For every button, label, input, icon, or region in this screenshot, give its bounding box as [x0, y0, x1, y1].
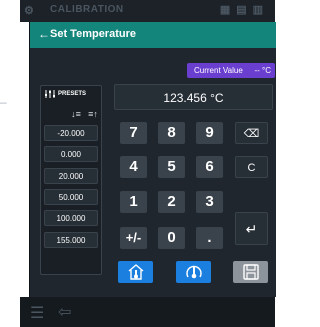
back-icon: ⇦: [58, 304, 72, 321]
background-bottom-bar: ☰ ⇦: [20, 297, 275, 327]
enter-button[interactable]: ↵: [235, 212, 268, 245]
backspace-button[interactable]: ⌫: [235, 122, 268, 144]
preset-item[interactable]: 155.000: [44, 232, 98, 248]
preset-item[interactable]: 20.000: [44, 168, 98, 184]
dialog-title: Set Temperature: [50, 28, 136, 40]
background-toolbar-icons: ▦▤▥: [219, 4, 269, 16]
presets-panel: PRESETS ↓≡ ≡↑ -20.000 0.000 20.000 50.00…: [40, 85, 102, 275]
clear-button[interactable]: C: [235, 156, 268, 178]
key-plus-minus[interactable]: +/-: [120, 227, 147, 249]
key-9[interactable]: 9: [196, 122, 223, 144]
menu-icon: ☰: [30, 305, 45, 322]
current-value-label: Current Value: [194, 66, 243, 75]
presets-title: PRESETS: [58, 91, 87, 97]
save-icon: [243, 264, 259, 280]
dialog-header: ← Set Temperature: [30, 22, 276, 48]
background-app-bar: ⚙ CALIBRATION ▦▤▥: [20, 0, 275, 22]
key-decimal[interactable]: .: [196, 227, 223, 249]
current-value-value: -- °C: [254, 66, 271, 75]
sort-ascending-icon[interactable]: ↓≡: [69, 108, 83, 120]
set-from-home-button[interactable]: [118, 261, 153, 283]
key-6[interactable]: 6: [196, 156, 223, 178]
preset-item[interactable]: 100.000: [44, 210, 98, 226]
home-thermometer-icon: [128, 264, 144, 280]
calibration-icon: ⚙: [24, 5, 35, 17]
key-1[interactable]: 1: [120, 191, 147, 213]
key-8[interactable]: 8: [158, 122, 185, 144]
preset-item[interactable]: 0.000: [44, 146, 98, 162]
current-value-badge: Current Value -- °C: [187, 63, 275, 78]
temperature-display: 123.456 °C: [114, 84, 273, 110]
background-title: CALIBRATION: [50, 4, 124, 15]
sort-descending-icon[interactable]: ≡↑: [86, 108, 100, 120]
background-dash: –: [0, 95, 7, 109]
preset-item[interactable]: -20.000: [44, 125, 98, 141]
save-button[interactable]: [233, 261, 268, 283]
key-4[interactable]: 4: [120, 156, 147, 178]
set-temperature-dialog: ← Set Temperature Current Value -- °C PR…: [29, 22, 276, 297]
back-arrow-icon[interactable]: ←: [38, 27, 50, 41]
preset-item[interactable]: 50.000: [44, 189, 98, 205]
presets-sliders-icon: [44, 89, 56, 101]
key-3[interactable]: 3: [196, 191, 223, 213]
thermometer-gauge-icon: [186, 265, 202, 279]
key-5[interactable]: 5: [158, 156, 185, 178]
key-2[interactable]: 2: [158, 191, 185, 213]
key-7[interactable]: 7: [120, 122, 147, 144]
set-from-sensor-button[interactable]: [176, 261, 211, 283]
key-0[interactable]: 0: [158, 227, 185, 249]
